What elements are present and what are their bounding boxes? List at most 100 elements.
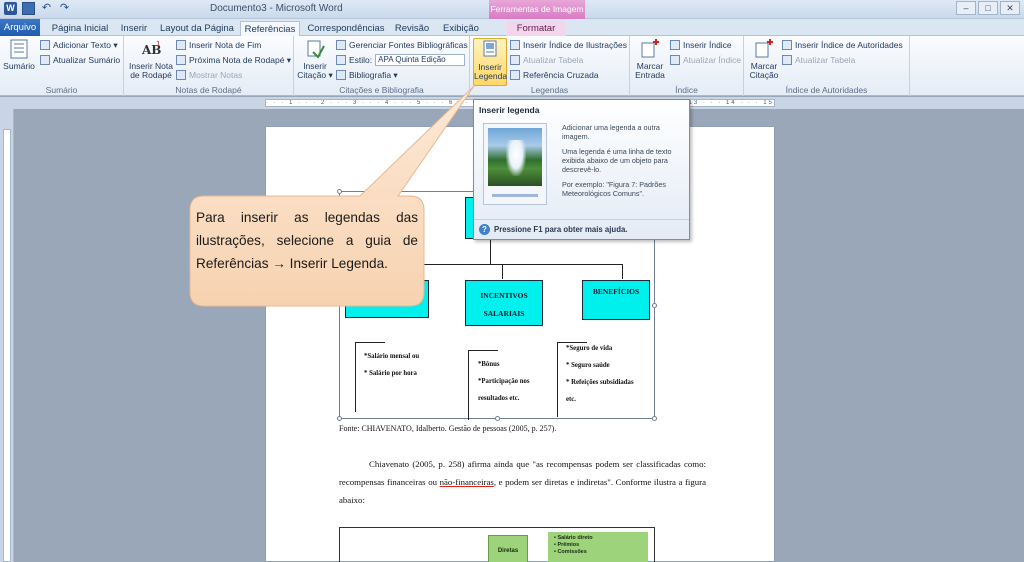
diretas-list: • Salário direto • Prêmios • Comissões — [548, 532, 648, 562]
refresh-icon — [510, 55, 520, 65]
tab-revisao[interactable]: Revisão — [392, 21, 432, 36]
context-tab-group: Ferramentas de Imagem — [489, 0, 585, 19]
group-notas-rodape: AB 1 Inserir Nota de Rodapé Inserir Nota d… — [124, 36, 294, 96]
tab-referencias[interactable]: Referências — [240, 21, 300, 36]
help-icon: ? — [479, 224, 490, 235]
tab-pagina-inicial[interactable]: Página Inicial — [46, 21, 114, 36]
second-figure[interactable]: Diretas • Salário direto • Prêmios • Comis… — [339, 527, 655, 562]
proxima-nota-button[interactable]: Próxima Nota de Rodapé ▾ — [176, 54, 291, 66]
bracket-line — [355, 342, 385, 343]
tab-layout[interactable]: Layout da Página — [158, 21, 236, 36]
bracket-line — [557, 342, 558, 417]
word-logo-icon[interactable]: W — [4, 2, 17, 15]
tooltip-title: Inserir legenda — [479, 105, 540, 115]
insert-caption-icon — [483, 40, 497, 57]
style-icon — [336, 55, 346, 65]
group-legendas: Inserir Legenda Inserir Índice de Ilustra… — [470, 36, 630, 96]
svg-text:1: 1 — [156, 40, 160, 48]
mark-entry-icon — [641, 39, 659, 58]
group-label: Sumário — [45, 85, 78, 95]
group-label: Índice — [675, 85, 698, 95]
adicionar-texto-button[interactable]: Adicionar Texto ▾ — [40, 39, 118, 51]
group-citacoes: Inserir Citação ▾ Gerenciar Fontes Biblio… — [294, 36, 470, 96]
window-controls: – □ ✕ — [956, 1, 1020, 15]
atualizar-indice-button[interactable]: Atualizar Índice — [670, 54, 741, 66]
next-footnote-icon — [176, 55, 186, 65]
tab-correspondencias[interactable]: Correspondências — [306, 21, 386, 36]
refresh-icon — [782, 55, 792, 65]
estilo-combo[interactable]: APA Quinta Edição — [375, 54, 466, 66]
list-item: *Seguro de vida * Seguro saúde * Refeições… — [566, 345, 634, 403]
atualizar-sumario-button[interactable]: Atualizar Sumário — [40, 54, 120, 66]
group-indice-autoridades: Marcar Citação Inserir Índice de Autorida… — [744, 36, 910, 96]
inserir-nota-rodape-button[interactable]: AB 1 Inserir Nota de Rodapé — [127, 38, 175, 80]
tooltip-help: ? Pressione F1 para obter mais ajuda. — [474, 219, 689, 239]
resize-handle[interactable] — [337, 189, 342, 194]
resize-handle[interactable] — [495, 416, 500, 421]
inserir-legenda-button[interactable]: Inserir Legenda — [473, 38, 507, 86]
resize-handle[interactable] — [652, 416, 657, 421]
diretas-box: Diretas — [488, 535, 528, 562]
mostrar-notas-button[interactable]: Mostrar Notas — [176, 69, 242, 81]
caption-line — [492, 194, 538, 197]
bracket-line — [355, 342, 356, 412]
box-salario — [345, 280, 429, 318]
tab-exibicao[interactable]: Exibição — [440, 21, 482, 36]
inserir-indice-button[interactable]: Inserir Índice — [670, 39, 732, 51]
connector-line — [622, 264, 623, 279]
box-incentivos: INCENTIVOS SALARIAIS — [465, 280, 543, 326]
tooltip-description: Adicionar uma legenda a outra imagem. Um… — [562, 123, 672, 198]
bracket-line — [468, 350, 469, 420]
insert-index-icon — [670, 40, 680, 50]
sumario-button[interactable]: Sumário — [2, 38, 36, 71]
group-label: Legendas — [530, 85, 569, 95]
atualizar-tabela-autoridades-button[interactable]: Atualizar Tabela — [782, 54, 855, 66]
citation-icon — [307, 40, 325, 59]
resize-handle[interactable] — [652, 303, 657, 308]
save-icon[interactable] — [22, 2, 35, 15]
figure-source-caption: Fonte: CHIAVENATO, Idalberto. Gestão de … — [339, 424, 557, 433]
bracket-line — [468, 350, 498, 351]
callout-text: Para inserir as legendas das ilustrações… — [196, 210, 418, 271]
group-indice: Marcar Entrada Inserir Índice Atualizar Í… — [630, 36, 744, 96]
add-text-icon — [40, 40, 50, 50]
tab-inserir[interactable]: Inserir — [116, 21, 152, 36]
mark-citation-icon — [755, 39, 773, 58]
marcar-entrada-button[interactable]: Marcar Entrada — [633, 38, 667, 80]
minimize-button[interactable]: – — [956, 1, 976, 15]
maximize-button[interactable]: □ — [978, 1, 998, 15]
bibliography-icon — [336, 70, 346, 80]
inserir-nota-fim-button[interactable]: Inserir Nota de Fim — [176, 39, 261, 51]
list-item: *Bônus *Participação nos resultados etc. — [478, 361, 530, 402]
endnote-icon — [176, 40, 186, 50]
refresh-icon — [670, 55, 680, 65]
marcar-citacao-button[interactable]: Marcar Citação — [747, 38, 781, 80]
estilo-select[interactable]: Estilo: APA Quinta Edição — [336, 54, 466, 66]
tab-formatar[interactable]: Formatar — [506, 21, 566, 36]
ribbon-tabs: Arquivo Página Inicial Inserir Layout da… — [0, 19, 1024, 36]
redo-icon[interactable]: ↷ — [58, 2, 71, 15]
atualizar-tabela-button[interactable]: Atualizar Tabela — [510, 54, 583, 66]
ribbon: Sumário Adicionar Texto ▾ Atualizar Sumá… — [0, 36, 1024, 96]
manage-sources-icon — [336, 40, 346, 50]
tab-arquivo[interactable]: Arquivo — [0, 19, 40, 36]
resize-handle[interactable] — [337, 416, 342, 421]
tooltip-inserir-legenda: Inserir legenda Adicionar uma legenda a … — [473, 99, 690, 240]
inserir-indice-autoridades-button[interactable]: Inserir Índice de Autoridades — [782, 39, 903, 51]
referencia-cruzada-button[interactable]: Referência Cruzada — [510, 69, 599, 81]
window-title: Documento3 - Microsoft Word — [210, 3, 343, 14]
table-of-figures-icon — [510, 40, 520, 50]
group-label: Notas de Rodapé — [175, 85, 242, 95]
list-item: *Salário mensal ou * Salário por hora — [364, 353, 420, 377]
connector-line — [490, 239, 491, 264]
vertical-ruler[interactable] — [0, 109, 14, 562]
vertical-ruler-scale — [3, 129, 11, 562]
body-paragraph[interactable]: Chiavenato (2005, p. 258) afirma ainda q… — [339, 455, 706, 509]
table-of-contents-icon — [10, 39, 28, 59]
inserir-indice-ilustracoes-button[interactable]: Inserir Índice de Ilustrações — [510, 39, 627, 51]
close-button[interactable]: ✕ — [1000, 1, 1020, 15]
inserir-citacao-button[interactable]: Inserir Citação ▾ — [296, 38, 334, 80]
undo-icon[interactable]: ↶ — [40, 2, 53, 15]
bibliografia-button[interactable]: Bibliografia ▾ — [336, 69, 398, 81]
gerenciar-fontes-button[interactable]: Gerenciar Fontes Bibliográficas — [336, 39, 468, 51]
